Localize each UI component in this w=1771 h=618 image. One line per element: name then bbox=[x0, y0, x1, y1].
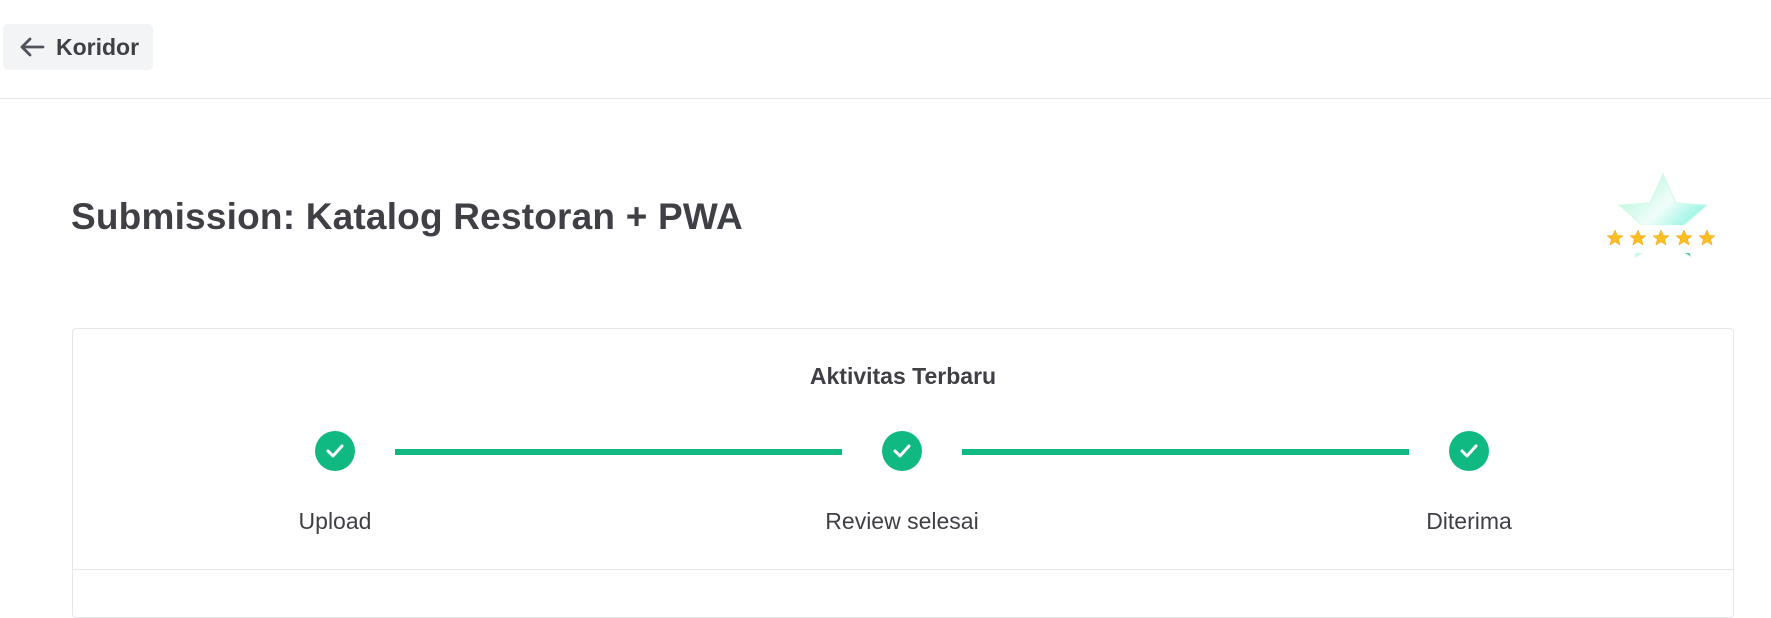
card-divider bbox=[73, 569, 1733, 570]
back-button-label: Koridor bbox=[56, 33, 140, 60]
activity-title: Aktivitas Terbaru bbox=[809, 363, 997, 389]
top-bar: Koridor bbox=[0, 0, 1771, 99]
page-title: Submission: Katalog Restoran + PWA bbox=[71, 196, 743, 237]
star-rating-badge-icon bbox=[1598, 170, 1728, 275]
step-upload-check-icon bbox=[315, 431, 355, 471]
step-label-upload: Upload bbox=[298, 508, 372, 534]
step-connector bbox=[395, 449, 842, 455]
step-accepted-check-icon bbox=[1449, 431, 1489, 471]
step-label-accepted: Diterima bbox=[1426, 508, 1512, 534]
step-label-review: Review selesai bbox=[825, 508, 979, 534]
step-connector bbox=[962, 449, 1409, 455]
back-button[interactable]: Koridor bbox=[3, 24, 153, 70]
step-review-check-icon bbox=[882, 431, 922, 471]
activity-card: Aktivitas Terbaru Upload Review selesai … bbox=[72, 328, 1734, 618]
arrow-left-icon bbox=[19, 36, 47, 58]
